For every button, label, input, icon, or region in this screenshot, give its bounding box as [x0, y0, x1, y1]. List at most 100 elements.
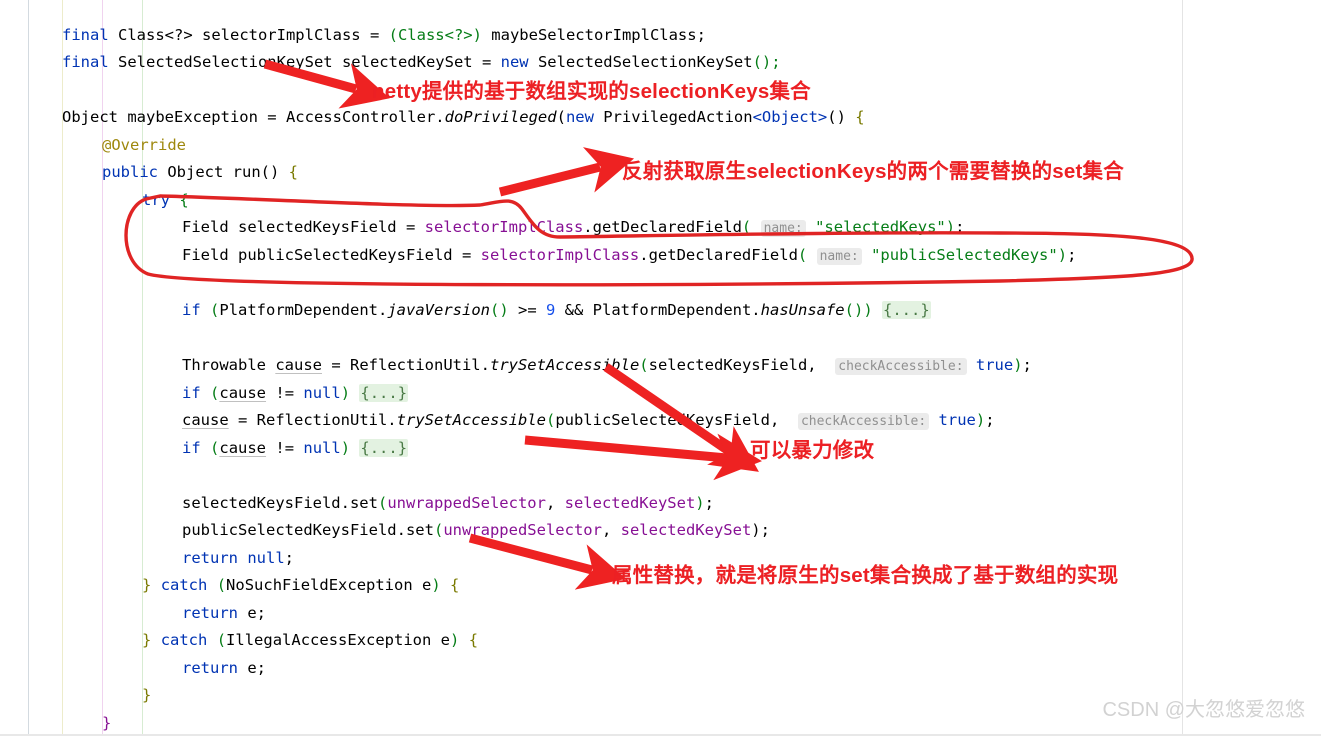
code-line[interactable]: @Override — [102, 132, 186, 159]
code-token: Field selectedKeysField = — [182, 218, 425, 236]
code-line[interactable]: final SelectedSelectionKeySet selectedKe… — [62, 49, 781, 76]
code-token: <Object> — [752, 108, 828, 126]
code-token: publicSelectedKeysField.set — [182, 521, 434, 539]
code-token: .getDeclaredField — [583, 218, 742, 236]
code-line[interactable]: if (cause != null) {...} — [182, 380, 409, 407]
code-token: PlatformDependent. — [219, 301, 388, 319]
code-token: , — [545, 494, 565, 512]
code-token: ( — [210, 439, 220, 457]
code-line[interactable]: Field selectedKeysField = selectorImplCl… — [182, 214, 964, 242]
code-line[interactable]: Throwable cause = ReflectionUtil.trySetA… — [182, 352, 1032, 380]
code-line[interactable]: Field publicSelectedKeysField = selector… — [182, 242, 1076, 270]
code-token: ; — [1022, 356, 1032, 374]
code-token: selectedKeysField, — [648, 356, 826, 374]
code-token: Object — [158, 163, 233, 181]
code-token: ( — [639, 356, 649, 374]
code-token: { — [179, 191, 189, 209]
code-token: ( — [210, 384, 220, 402]
code-token: ) — [975, 411, 986, 429]
code-token: ( — [377, 494, 388, 512]
code-line[interactable]: public Object run() { — [102, 159, 298, 186]
code-token: trySetAccessible — [396, 411, 546, 429]
code-line[interactable]: selectedKeysField.set(unwrappedSelector,… — [182, 490, 714, 517]
code-token: selectorImplClass — [480, 246, 640, 264]
code-token: ) — [340, 384, 351, 402]
code-token: = ReflectionUtil. — [322, 356, 490, 374]
code-line[interactable]: } — [102, 710, 111, 737]
code-token: unwrappedSelector — [387, 494, 546, 512]
code-line[interactable]: return e; — [182, 655, 266, 682]
code-token: IllegalAccessException e — [226, 631, 451, 649]
code-token: cause — [219, 384, 267, 402]
note-selection-keys-set: netty提供的基于数组实现的selectionKeys集合 — [372, 80, 811, 103]
code-token: javaVersion — [387, 301, 490, 319]
code-token: cause — [182, 411, 229, 429]
code-token: () — [827, 108, 856, 126]
code-token: Throwable — [182, 356, 276, 374]
code-token: ( — [433, 521, 444, 539]
code-token: ) — [695, 494, 705, 512]
code-token: catch — [160, 631, 208, 649]
code-token: ( — [556, 108, 566, 126]
code-token: selectedKeySet — [564, 494, 696, 512]
code-token: public — [102, 163, 158, 181]
code-token: doPrivileged — [444, 108, 557, 126]
code-line[interactable]: } catch (NoSuchFieldException e) { — [142, 572, 459, 599]
code-line[interactable]: } — [142, 682, 151, 709]
code-line[interactable]: try { — [142, 187, 189, 214]
code-token: SelectedSelectionKeySet — [528, 53, 753, 71]
code-token: ( — [741, 218, 752, 236]
code-token: } — [142, 631, 152, 649]
code-line[interactable]: if (PlatformDependent.javaVersion() >= 9… — [182, 297, 931, 324]
code-token: ) — [340, 439, 351, 457]
code-token: } — [142, 686, 152, 704]
code-token: null — [247, 549, 285, 567]
code-line[interactable]: if (cause != null) {...} — [182, 435, 409, 462]
code-token: ) — [431, 576, 441, 594]
code-editor[interactable]: final Class<?> selectorImplClass = (Clas… — [0, 0, 1321, 736]
code-token: && PlatformDependent. — [555, 301, 761, 319]
code-line[interactable]: publicSelectedKeysField.set(unwrappedSel… — [182, 517, 770, 544]
code-token: publicSelectedKeysField, — [555, 411, 789, 429]
code-token: {...} — [882, 301, 931, 319]
code-line[interactable]: return null; — [182, 545, 294, 572]
code-token: return — [182, 659, 238, 677]
code-token: e; — [238, 604, 266, 622]
code-line[interactable]: cause = ReflectionUtil.trySetAccessible(… — [182, 407, 995, 435]
code-token: selectedKeysField.set — [182, 494, 378, 512]
code-content[interactable]: final Class<?> selectorImplClass = (Clas… — [0, 0, 1321, 736]
code-line[interactable]: final Class<?> selectorImplClass = (Clas… — [62, 22, 706, 49]
code-token: ; — [760, 521, 770, 539]
code-token: ; — [284, 549, 295, 567]
code-token: new — [565, 108, 594, 126]
code-token: ; — [985, 411, 995, 429]
code-token: ) — [450, 631, 460, 649]
code-token: name: — [816, 248, 862, 265]
code-token: cause — [219, 439, 267, 457]
note-field-replace: 属性替换，就是将原生的set集合换成了基于数组的实现 — [612, 564, 1119, 587]
code-token: return — [182, 549, 238, 567]
note-reflection-get: 反射获取原生selectionKeys的两个需要替换的set集合 — [622, 160, 1124, 183]
code-token: { — [468, 631, 479, 649]
code-line[interactable]: return e; — [182, 600, 266, 627]
code-token: ) — [1013, 356, 1023, 374]
code-token: hasUnsafe — [760, 301, 845, 319]
code-token: trySetAccessible — [489, 356, 640, 374]
code-token: } — [142, 576, 152, 594]
code-token: if — [182, 301, 201, 319]
code-token: PrivilegedAction — [593, 108, 753, 126]
code-token: (); — [752, 53, 781, 71]
code-token: = ReflectionUtil. — [228, 411, 397, 429]
code-token: != — [266, 384, 304, 402]
code-line[interactable]: } catch (IllegalAccessException e) { — [142, 627, 478, 654]
code-line[interactable]: Object maybeException = AccessController… — [62, 104, 865, 131]
